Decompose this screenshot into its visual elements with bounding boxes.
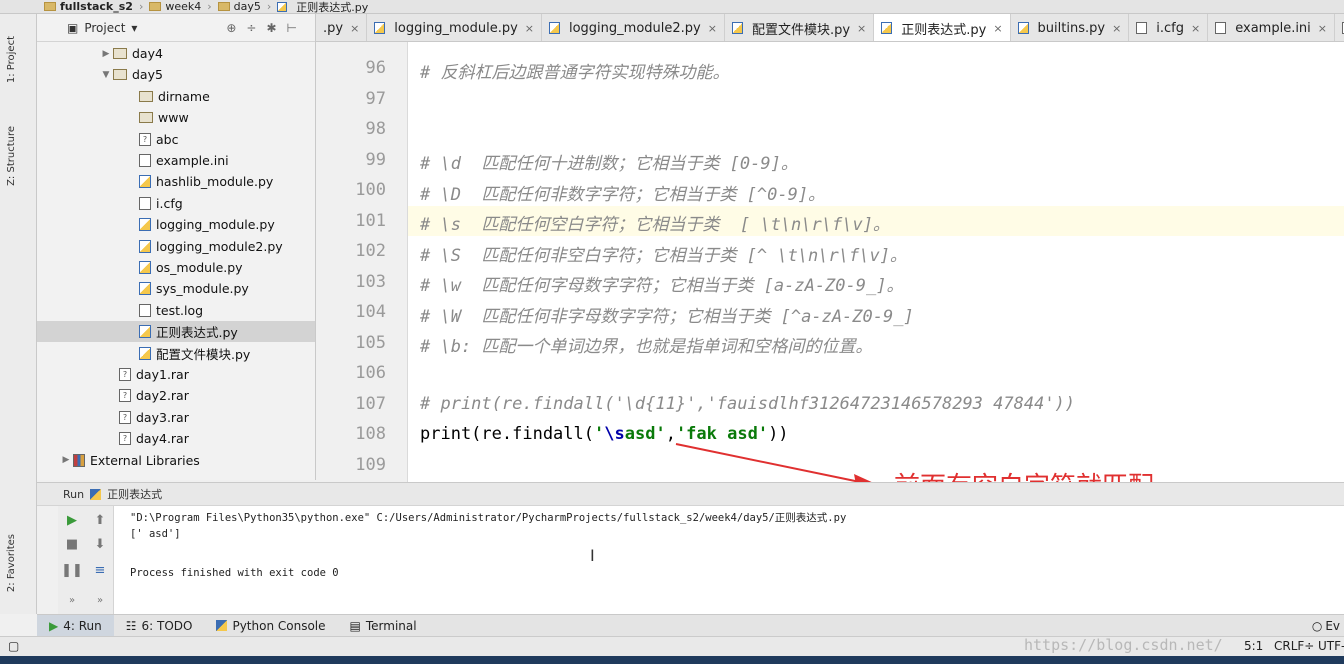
console-command: "D:\Program Files\Python35\python.exe" C… [130,512,847,524]
console-exit-message: Process finished with exit code 0 [130,567,339,579]
more-icon[interactable]: » [92,592,108,608]
down-arrow-icon[interactable]: ⬇ [92,536,108,552]
up-arrow-icon[interactable]: ⬆ [92,512,108,528]
run-label[interactable]: Run [63,488,84,501]
bottom-tool-tabs: ▶ 4: Run ☷ 6: TODO Python Console ▤ Termina… [37,614,1344,637]
tab-terminal[interactable]: ▤ Terminal [338,615,429,637]
tab-run[interactable]: ▶ 4: Run [37,614,114,637]
event-log[interactable]: ○ Ev [1312,619,1344,633]
run-toolbar: ▶ ⬆ ■ ⬇ ❚❚ ≡ » » [58,506,114,614]
status-toggle-icon[interactable]: ▢ [8,639,19,653]
line-separator[interactable]: CRLF÷ [1274,639,1314,653]
caret-position[interactable]: 5:1 [1244,639,1263,653]
todo-icon: ☷ [125,618,137,633]
more-icon[interactable]: » [64,592,80,608]
tab-todo[interactable]: ☷ 6: TODO [114,615,205,637]
watermark: https://blog.csdn.net/ [1024,636,1223,654]
soft-wrap-icon[interactable]: ≡ [92,562,108,578]
run-config-name[interactable]: 正则表达式 [107,486,162,502]
os-taskbar [0,656,1344,664]
run-panel-header: Run 正则表达式 [37,482,1344,506]
run-icon: ▶ [49,618,59,633]
file-encoding[interactable]: UTF- [1318,639,1344,653]
python-console-icon [216,620,228,631]
rerun-icon[interactable]: ▶ [64,512,80,528]
stop-icon[interactable]: ■ [64,536,80,552]
search-icon: ○ [1311,618,1323,633]
pause-icon[interactable]: ❚❚ [61,562,83,578]
console-output: [' asd'] [130,528,181,540]
text-cursor-icon: I [590,546,595,565]
terminal-icon: ▤ [349,618,361,633]
tab-python-console[interactable]: Python Console [204,615,337,637]
run-console[interactable]: "D:\Program Files\Python35\python.exe" C… [114,506,1344,614]
python-run-icon [90,488,102,500]
